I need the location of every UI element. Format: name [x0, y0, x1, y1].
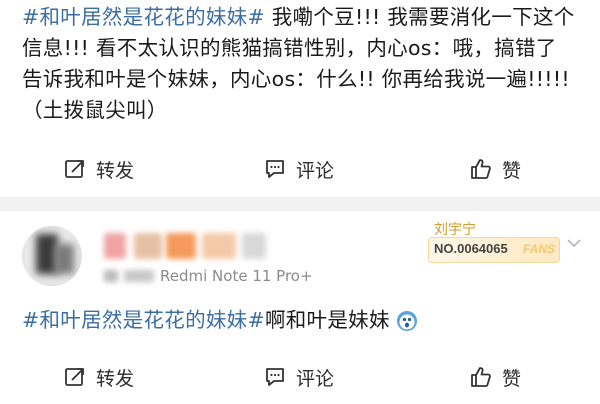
hashtag-link[interactable]: #和叶居然是花花的妹妹# — [22, 305, 265, 336]
repost-label: 转发 — [96, 159, 135, 182]
like-button[interactable]: 赞 — [470, 153, 521, 185]
comment-label: 评论 — [296, 367, 335, 390]
action-bar: 转发 评论 赞 — [0, 153, 600, 185]
device-info: Redmi Note 11 Pro+ — [104, 267, 313, 285]
like-button[interactable]: 赞 — [470, 361, 521, 393]
repost-button[interactable]: 转发 — [64, 153, 134, 185]
fan-badge-plate: NO.0064065 FANS — [428, 237, 560, 263]
fan-badge-number: NO.0064065 — [434, 241, 508, 256]
thumbs-up-icon — [471, 367, 491, 387]
post-text: #和叶居然是花花的妹妹# 啊和叶是妹妹 — [22, 305, 418, 336]
comment-icon — [266, 368, 284, 386]
repost-icon — [65, 368, 84, 386]
thumbs-up-icon — [471, 159, 491, 179]
post-text: #和叶居然是花花的妹妹# 我嘞个豆!!! 我需要消化一下这个信息!!! 看不太认… — [22, 2, 582, 126]
like-label: 赞 — [502, 159, 522, 182]
post-divider — [0, 197, 600, 211]
post-card: Redmi Note 11 Pro+ 刘宇宁 NO.0064065 FANS #… — [0, 211, 600, 404]
post-body: 啊和叶是妹妹 — [264, 308, 390, 332]
repost-icon — [65, 160, 84, 178]
scared-face-emoji-icon — [396, 310, 417, 331]
comment-label: 评论 — [296, 159, 335, 182]
comment-button[interactable]: 评论 — [264, 153, 334, 185]
comment-icon — [266, 160, 284, 178]
action-bar: 转发 评论 赞 — [0, 361, 600, 393]
comment-button[interactable]: 评论 — [264, 361, 334, 393]
redacted-mark — [104, 270, 118, 282]
device-label: Redmi Note 11 Pro+ — [160, 267, 313, 285]
chevron-down-icon[interactable] — [566, 235, 582, 251]
repost-label: 转发 — [96, 367, 135, 390]
fan-badge[interactable]: 刘宇宁 NO.0064065 FANS — [428, 217, 560, 267]
avatar[interactable] — [22, 226, 82, 286]
redacted-mark — [124, 270, 154, 282]
like-label: 赞 — [502, 367, 522, 390]
fan-badge-tag: FANS — [522, 242, 555, 256]
username-redacted[interactable] — [104, 233, 274, 259]
post-card: #和叶居然是花花的妹妹# 我嘞个豆!!! 我需要消化一下这个信息!!! 看不太认… — [0, 0, 600, 197]
repost-button[interactable]: 转发 — [64, 361, 134, 393]
fan-badge-name: 刘宇宁 — [434, 222, 476, 238]
hashtag-link[interactable]: #和叶居然是花花的妹妹# — [22, 5, 265, 29]
